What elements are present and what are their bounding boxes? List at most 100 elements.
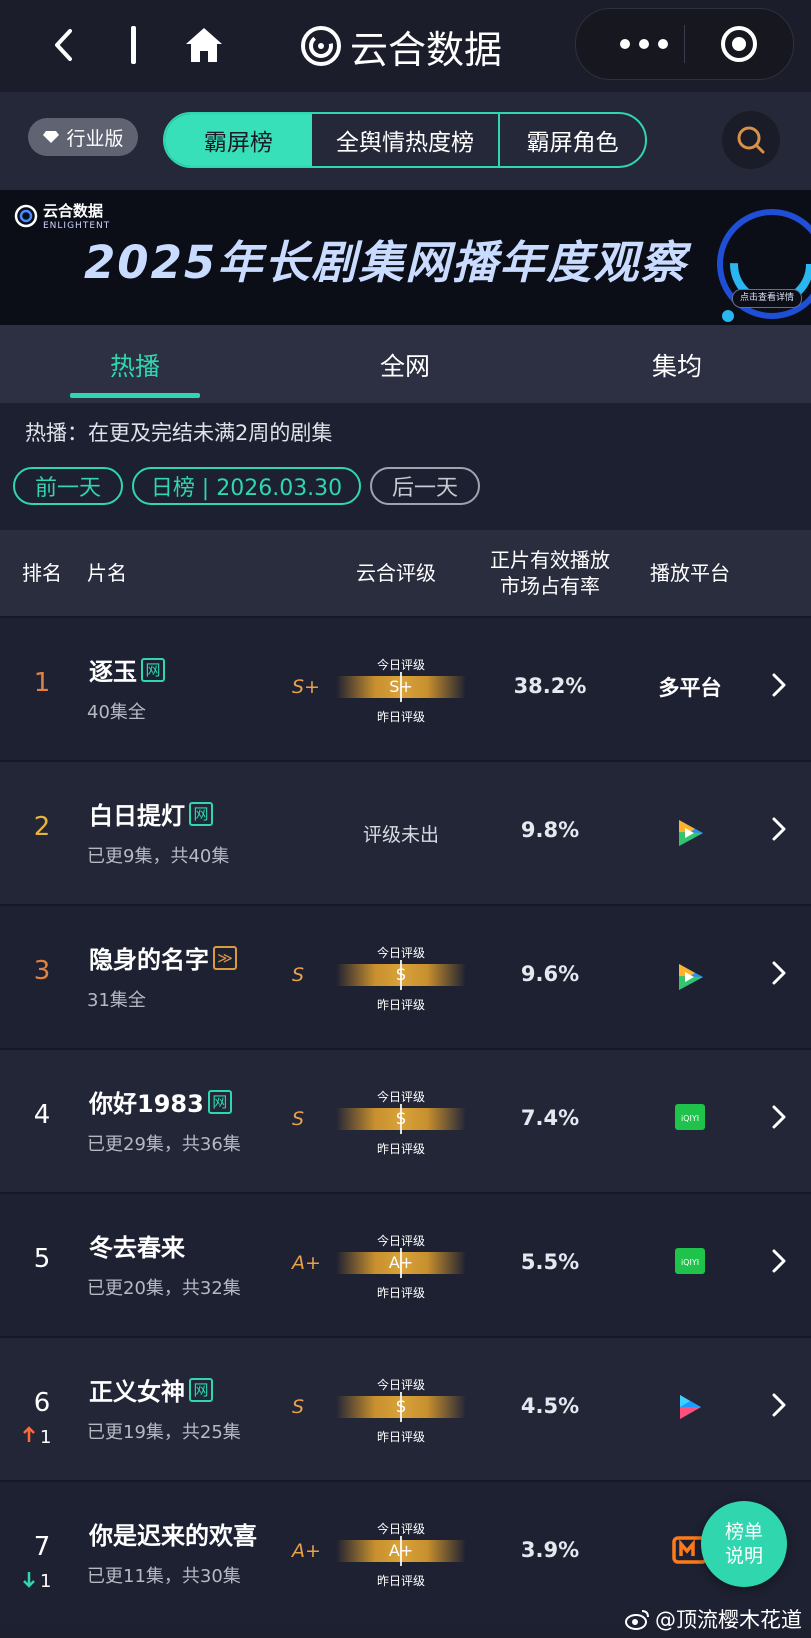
grade-marker bbox=[400, 1248, 402, 1278]
banner-logo-icon bbox=[14, 204, 38, 227]
grade-today-label: 今日评级 bbox=[376, 1234, 425, 1248]
rank-number: 4 bbox=[33, 1100, 51, 1130]
grade-pending: 评级未出 bbox=[362, 824, 439, 846]
tab-dominant-roles[interactable]: 霸屏角色 bbox=[500, 114, 645, 166]
active-tab-indicator bbox=[70, 393, 200, 398]
drama-title: 白日提灯网 bbox=[89, 796, 213, 831]
table-row[interactable]: 3 隐身的名字≫ 31集全 S 今日评级S昨日评级 9.6% bbox=[0, 904, 811, 1048]
subtab-hot[interactable]: 热播 bbox=[110, 347, 160, 383]
grade-widget: 今日评级S+昨日评级 bbox=[336, 650, 466, 726]
platform: iQIYI bbox=[630, 1104, 750, 1134]
weibo-watermark: @顶流樱木花道 bbox=[625, 1604, 802, 1634]
grade-yesterday-label: 昨日评级 bbox=[376, 1142, 425, 1156]
home-icon[interactable] bbox=[183, 25, 225, 65]
chevron-right-icon[interactable] bbox=[770, 958, 788, 994]
rank-number: 1 bbox=[33, 668, 51, 698]
grade-yesterday-label: 昨日评级 bbox=[376, 1430, 425, 1444]
subtab-per-episode[interactable]: 集均 bbox=[652, 347, 702, 383]
search-icon bbox=[737, 126, 765, 154]
capsule-divider bbox=[684, 25, 685, 63]
table-row[interactable]: 6 1 正义女神网已更19集，共25集 S 今日评级S昨日评级 4.5% bbox=[0, 1336, 811, 1480]
grade-today-label: 今日评级 bbox=[376, 1378, 425, 1392]
drama-title: 隐身的名字 ≫ bbox=[89, 940, 237, 975]
svg-text:iQIYI: iQIYI bbox=[681, 1258, 699, 1267]
industry-label: 行业版 bbox=[66, 127, 124, 150]
grade-yesterday-label: 昨日评级 bbox=[376, 710, 425, 724]
app-title-text: 云合数据 bbox=[350, 27, 503, 72]
banner-detail-button[interactable]: 点击查看详情 bbox=[732, 289, 802, 308]
grade-letter: A+ bbox=[292, 1540, 321, 1562]
table-row[interactable]: 2 白日提灯网已更9集，共40集 评级未出 9.8% bbox=[0, 760, 811, 904]
table-row[interactable]: 4 你好1983网已更29集，共36集 S 今日评级S昨日评级 7.4% iQIYI bbox=[0, 1048, 811, 1192]
drama-title-text: 隐身的名字 bbox=[89, 946, 209, 974]
promo-banner[interactable]: 云合数据 ENLIGHTENT 2025年长剧集网播年度观察 点击查看详情 bbox=[0, 190, 811, 325]
drama-title-text: 逐玉 bbox=[89, 658, 137, 686]
market-share: 38.2% bbox=[513, 674, 587, 698]
grade-widget: 今日评级S昨日评级 bbox=[336, 938, 466, 1014]
industry-badge[interactable]: 行业版 bbox=[28, 118, 138, 156]
drama-title: 正义女神网 bbox=[89, 1372, 213, 1407]
chevron-right-icon[interactable] bbox=[770, 814, 788, 850]
header-share-line2: 市场占有率 bbox=[500, 574, 600, 598]
grade-widget: 今日评级A+昨日评级 bbox=[336, 1514, 466, 1590]
rank-number: 6 bbox=[33, 1388, 51, 1418]
platform: 多平台 bbox=[630, 672, 750, 702]
header-share-line1: 正片有效播放 bbox=[490, 548, 610, 572]
close-target-icon[interactable] bbox=[720, 25, 758, 63]
episode-status: 31集全 bbox=[87, 990, 146, 1011]
nav-divider bbox=[131, 26, 136, 64]
episode-status: 已更19集，共25集 bbox=[87, 1422, 241, 1443]
drama-title-text: 你是迟来的欢喜 bbox=[89, 1522, 257, 1550]
search-button[interactable] bbox=[722, 111, 780, 169]
drama-title: 冬去春来 bbox=[89, 1228, 185, 1263]
episode-status: 已更9集，共40集 bbox=[87, 846, 230, 867]
banner-title: 2025年长剧集网播年度观察 bbox=[84, 236, 688, 289]
chevron-right-icon[interactable] bbox=[770, 1390, 788, 1426]
rank-trend: 1 bbox=[22, 1570, 51, 1593]
rank-number: 2 bbox=[33, 812, 51, 842]
market-share: 4.5% bbox=[520, 1394, 580, 1418]
tab-screen-dominance[interactable]: 霸屏榜 bbox=[165, 114, 312, 166]
prev-day-button[interactable]: 前一天 bbox=[13, 467, 123, 505]
next-day-button[interactable]: 后一天 bbox=[370, 467, 480, 505]
more-icon[interactable] bbox=[608, 31, 680, 57]
platform: iQIYI bbox=[630, 1248, 750, 1278]
grade-widget: 今日评级S昨日评级 bbox=[336, 1370, 466, 1446]
grade-letter: S bbox=[292, 1396, 305, 1418]
grade-letter: S bbox=[292, 964, 305, 986]
ranking-explanation-button[interactable]: 榜单 说明 bbox=[701, 1501, 787, 1587]
app-logo-icon bbox=[301, 26, 341, 66]
net-drama-tag: 网 bbox=[189, 801, 213, 826]
app-title: 云合数据 bbox=[300, 18, 502, 74]
platform bbox=[630, 1392, 750, 1426]
table-row[interactable]: 5 冬去春来已更20集，共32集 A+ 今日评级A+昨日评级 5.5% iQIYI bbox=[0, 1192, 811, 1336]
episode-status: 40集全 bbox=[87, 702, 146, 723]
market-share: 5.5% bbox=[520, 1250, 580, 1274]
table-row[interactable]: 1 逐玉网 40集全 S+ 今日评级S+昨日评级 38.2% 多平台 bbox=[0, 616, 811, 760]
grade-today-label: 今日评级 bbox=[376, 1090, 425, 1104]
grade-today-label: 今日评级 bbox=[376, 946, 425, 960]
chevron-right-icon[interactable] bbox=[770, 1102, 788, 1138]
iqiyi-icon: iQIYI bbox=[675, 1104, 705, 1134]
date-selector[interactable]: 日榜 | 2026.03.30 bbox=[132, 467, 361, 505]
diamond-icon bbox=[43, 131, 60, 143]
grade-marker bbox=[400, 1536, 402, 1566]
sub-tabs: 热播 全网 集均 bbox=[0, 325, 811, 403]
back-icon[interactable] bbox=[52, 28, 76, 62]
drama-title: 你是迟来的欢喜 bbox=[89, 1516, 257, 1551]
tencent-video-icon bbox=[673, 964, 707, 998]
rank-number: 7 bbox=[33, 1532, 51, 1562]
watermark-text: @顶流樱木花道 bbox=[655, 1608, 802, 1632]
subtab-all-network[interactable]: 全网 bbox=[380, 347, 430, 383]
chevron-right-icon[interactable] bbox=[770, 1246, 788, 1282]
banner-logo-cn: 云合数据 bbox=[43, 202, 104, 220]
top-bar: 云合数据 bbox=[0, 0, 811, 92]
tab-public-opinion-heat[interactable]: 全舆情热度榜 bbox=[312, 114, 501, 166]
market-share: 3.9% bbox=[520, 1538, 580, 1562]
table-row[interactable]: 7 1 你是迟来的欢喜已更11集，共30集 A+ 今日评级A+昨日评级 3.9% bbox=[0, 1480, 811, 1624]
drama-title-text: 冬去春来 bbox=[89, 1234, 185, 1262]
platform-text: 多平台 bbox=[658, 676, 722, 700]
market-share: 9.6% bbox=[520, 962, 580, 986]
grade-letter: S bbox=[292, 1108, 305, 1130]
chevron-right-icon[interactable] bbox=[770, 670, 788, 706]
